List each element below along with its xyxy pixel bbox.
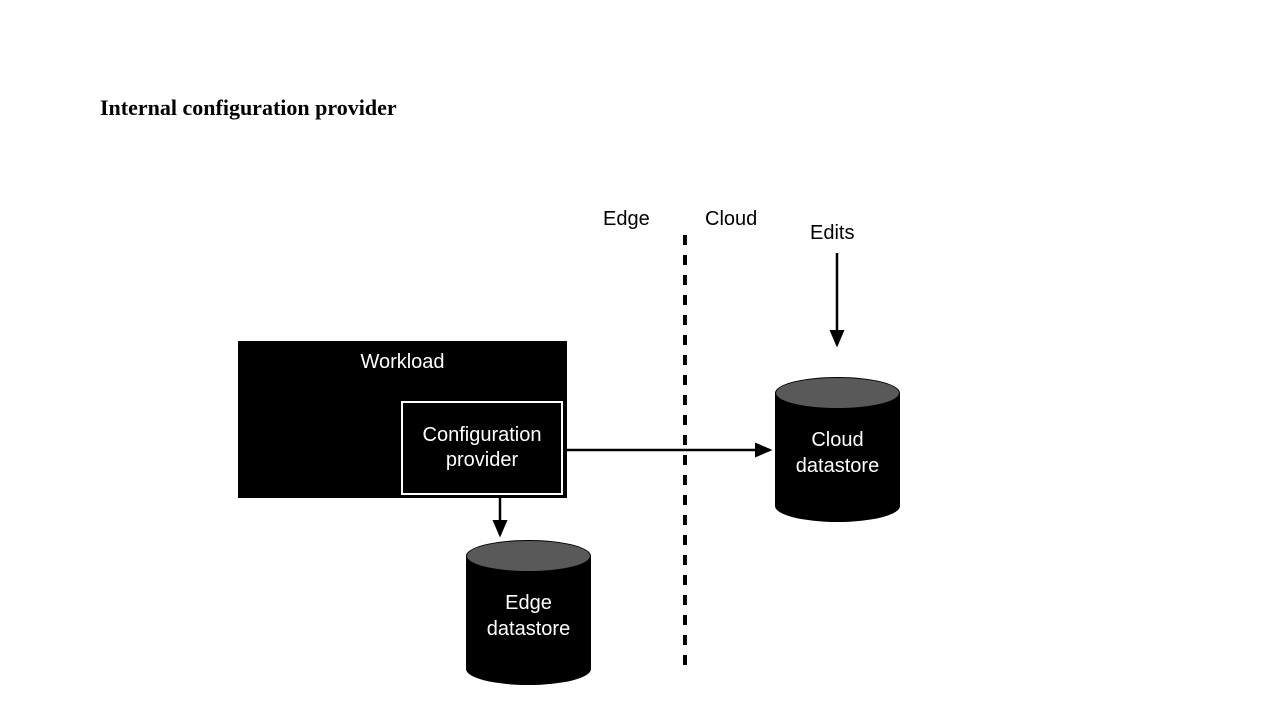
cylinder-top-icon [775, 377, 900, 409]
page-title: Internal configuration provider [100, 95, 397, 121]
edge-region-label: Edge [603, 208, 650, 231]
cylinder-bottom-icon [466, 653, 591, 685]
cloud-datastore-node: Cloud datastore [775, 377, 900, 522]
workload-label: Workload [238, 351, 567, 374]
cloud-datastore-label: Cloud datastore [775, 427, 900, 479]
cylinder-bottom-icon [775, 490, 900, 522]
edge-datastore-label: Edge datastore [466, 590, 591, 642]
config-provider-label: Configuration provider [423, 423, 542, 473]
cloud-region-label: Cloud [705, 208, 757, 231]
edge-datastore-node: Edge datastore [466, 540, 591, 685]
edits-label: Edits [810, 222, 854, 245]
cylinder-top-icon [466, 540, 591, 572]
config-provider-node: Configuration provider [401, 401, 563, 495]
